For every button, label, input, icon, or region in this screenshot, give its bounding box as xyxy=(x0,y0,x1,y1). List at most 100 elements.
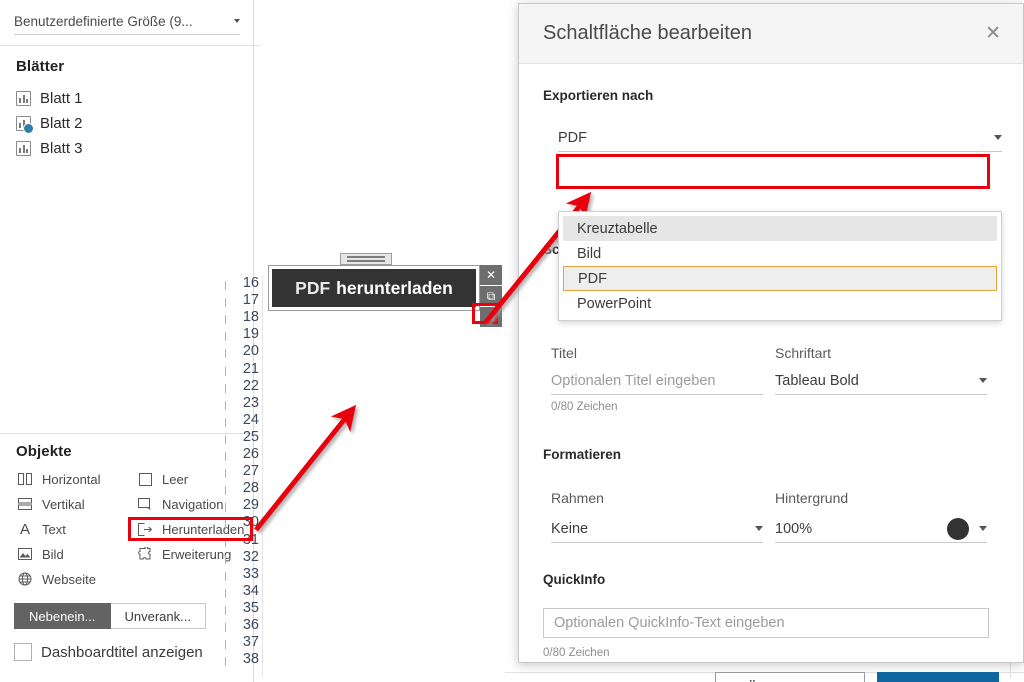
image-icon xyxy=(16,548,34,560)
edit-button-dialog: Schaltfläche bearbeiten ✕ Exportieren na… xyxy=(518,3,1024,682)
download-button[interactable]: PDF herunterladen xyxy=(272,269,476,307)
dialog-button-row: Übernehmen OK xyxy=(715,672,999,682)
gutter-tick xyxy=(225,434,226,444)
tooltip-input[interactable]: Optionalen QuickInfo-Text eingeben xyxy=(543,608,989,638)
sidebar-item-blatt-3[interactable]: Blatt 3 xyxy=(16,137,83,159)
in-use-badge-icon xyxy=(23,122,34,134)
download-button-frame[interactable]: PDF herunterladen xyxy=(268,265,480,311)
sheet-label: Blatt 1 xyxy=(40,89,83,107)
close-icon[interactable]: ✕ xyxy=(480,265,502,286)
dropdown-option-powerpoint[interactable]: PowerPoint xyxy=(563,291,997,316)
row-number: 35 xyxy=(242,599,259,616)
object-webseite[interactable]: Webseite xyxy=(16,569,96,589)
close-icon[interactable]: ✕ xyxy=(979,22,1007,45)
worksheet-used-icon xyxy=(16,115,34,134)
gutter-tick xyxy=(225,332,226,342)
gutter-tick xyxy=(225,657,226,667)
background-color-swatch[interactable] xyxy=(947,517,969,540)
title-field-label: Titel xyxy=(551,345,577,361)
object-navigation[interactable]: Navigation xyxy=(136,494,223,514)
floating-download-button[interactable]: PDF herunterladen ✕ ⧉ ▼ xyxy=(268,253,502,328)
border-select-value: Keine xyxy=(551,520,589,537)
row-number: 22 xyxy=(242,377,259,394)
row-number: 34 xyxy=(242,582,259,599)
dropdown-option-kreuztabelle[interactable]: Kreuztabelle xyxy=(563,216,997,241)
sidebar-item-blatt-2[interactable]: Blatt 2 xyxy=(16,112,83,134)
object-horizontal[interactable]: Horizontal xyxy=(16,469,101,489)
background-field-label: Hintergrund xyxy=(775,490,849,506)
row-number: 37 xyxy=(242,634,259,651)
pin-icon[interactable]: ⧉ xyxy=(480,286,502,307)
background-opacity-value: 100% xyxy=(775,520,813,537)
object-leer[interactable]: Leer xyxy=(136,469,188,489)
gutter-tick xyxy=(225,486,226,496)
gutter-divider xyxy=(262,276,263,676)
object-label: Erweiterung xyxy=(162,546,232,562)
apply-button[interactable]: Übernehmen xyxy=(715,672,865,682)
dropdown-option-pdf[interactable]: PDF xyxy=(563,266,997,291)
show-dashboard-title-checkbox[interactable] xyxy=(14,643,32,661)
divider-top xyxy=(0,45,254,46)
download-export-icon xyxy=(136,522,154,536)
chevron-down-icon xyxy=(755,526,763,531)
title-input-placeholder: Optionalen Titel eingeben xyxy=(551,372,716,389)
dropdown-option-bild[interactable]: Bild xyxy=(563,241,997,266)
object-bild[interactable]: Bild xyxy=(16,544,64,564)
gutter-tick xyxy=(225,469,226,479)
border-field-label: Rahmen xyxy=(551,490,604,506)
row-number: 25 xyxy=(242,428,259,445)
sidebar-item-blatt-1[interactable]: Blatt 1 xyxy=(16,87,83,109)
row-number: 26 xyxy=(242,446,259,462)
object-vertikal[interactable]: Vertikal xyxy=(16,494,85,514)
download-button-prefix: PDF xyxy=(295,277,331,298)
chevron-down-icon xyxy=(994,135,1002,140)
object-text[interactable]: A Text xyxy=(16,519,66,539)
row-number: 16 xyxy=(242,275,259,291)
ok-button[interactable]: OK xyxy=(877,672,999,682)
background-opacity-select[interactable]: 100% xyxy=(775,515,987,543)
chevron-down-icon[interactable]: ▼ xyxy=(480,307,502,328)
gutter-tick xyxy=(225,605,226,615)
show-dashboard-title-checkbox-row[interactable]: Dashboardtitel anzeigen xyxy=(14,643,203,661)
gutter-tick xyxy=(225,571,226,581)
object-erweiterung[interactable]: Erweiterung xyxy=(136,544,231,564)
title-input[interactable]: Optionalen Titel eingeben xyxy=(551,367,763,395)
row-number-gutter: 16 17 18 19 20 21 22 23 24 25 26 27 28 29 30 31 32 33 34 35… xyxy=(225,276,261,676)
object-label: Navigation xyxy=(162,496,224,512)
row-number: 20 xyxy=(242,343,259,360)
gutter-tick xyxy=(225,452,226,461)
sheets-section-title: Blätter xyxy=(16,58,65,75)
drag-handle[interactable] xyxy=(340,253,392,265)
gutter-tick xyxy=(225,349,226,359)
export-section-title: Exportieren nach xyxy=(543,88,654,103)
gutter-tick xyxy=(225,417,226,427)
gutter-tick xyxy=(225,400,226,410)
gutter-tick xyxy=(225,298,226,308)
chevron-down-icon xyxy=(979,526,987,531)
object-label: Webseite xyxy=(42,571,96,587)
format-section-title: Formatieren xyxy=(543,447,622,462)
tooltip-section-title: QuickInfo xyxy=(543,572,606,587)
font-select[interactable]: Tableau Bold xyxy=(775,367,987,395)
export-format-dropdown[interactable]: Kreuztabelle Bild PDF PowerPoint xyxy=(558,211,1002,321)
navigation-icon xyxy=(136,497,154,511)
row-number: 29 xyxy=(242,497,259,514)
export-format-select[interactable]: PDF xyxy=(558,124,1002,152)
sheet-label: Blatt 2 xyxy=(40,114,83,132)
row-number: 27 xyxy=(242,463,259,480)
segment-nebeneinander[interactable]: Nebenein... xyxy=(14,603,111,629)
canvas-hairline-1 xyxy=(254,45,260,46)
gutter-tick xyxy=(225,315,226,325)
button-side-controls: ✕ ⧉ ▼ xyxy=(480,265,502,328)
gutter-tick xyxy=(225,366,226,376)
worksheet-icon xyxy=(16,140,31,156)
segment-unverankert[interactable]: Unverank... xyxy=(110,603,206,629)
chevron-down-icon xyxy=(979,378,987,383)
dashboard-size-select[interactable]: Benutzerdefinierte Größe (9... xyxy=(14,8,240,35)
row-number: 19 xyxy=(242,326,259,343)
gutter-tick xyxy=(225,588,226,598)
border-select[interactable]: Keine xyxy=(551,515,763,543)
chevron-down-icon xyxy=(234,19,240,23)
objects-section-title: Objekte xyxy=(16,443,72,460)
row-number: 28 xyxy=(242,480,259,497)
